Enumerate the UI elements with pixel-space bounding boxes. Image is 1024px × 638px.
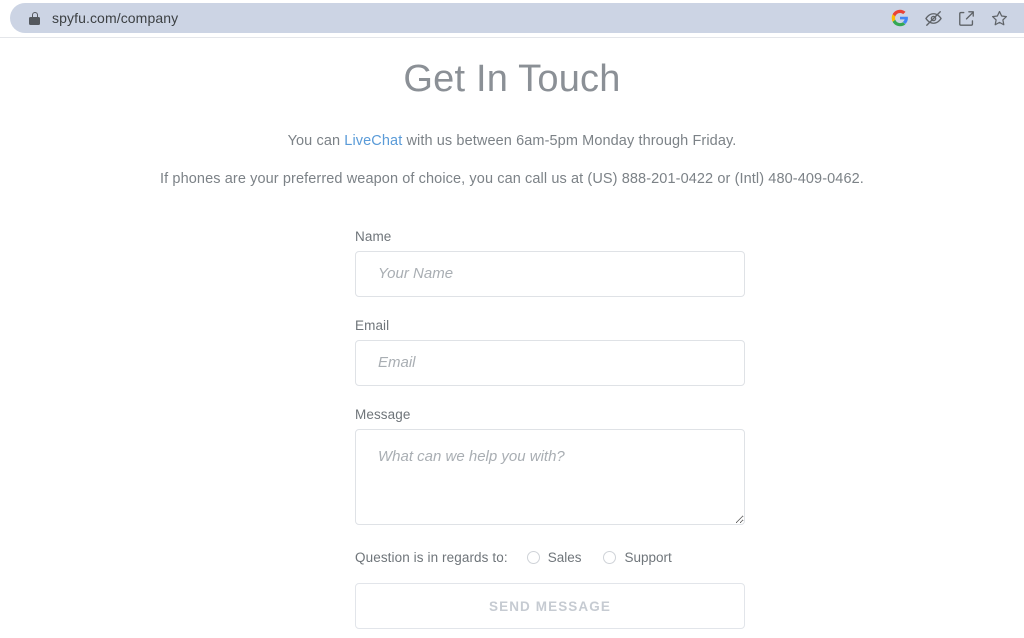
radio-label-sales: Sales bbox=[547, 550, 582, 565]
name-input[interactable] bbox=[355, 251, 745, 297]
address-bar[interactable]: spyfu.com/company bbox=[10, 3, 1024, 33]
message-field-label: Message bbox=[355, 407, 411, 422]
regards-row: Question is in regards to: Sales Support bbox=[355, 550, 745, 565]
toolbar-actions bbox=[889, 7, 1024, 29]
phone-intro-line: If phones are your preferred weapon of c… bbox=[160, 171, 864, 187]
radio-label-support: Support bbox=[624, 550, 672, 565]
radio-option-sales[interactable]: Sales bbox=[526, 550, 582, 565]
bookmark-star-icon[interactable] bbox=[988, 7, 1010, 29]
intro-text-before: You can bbox=[287, 133, 345, 149]
regards-label: Question is in regards to: bbox=[355, 550, 508, 565]
live-chat-link[interactable]: LiveChat bbox=[344, 133, 402, 149]
message-textarea[interactable] bbox=[355, 429, 745, 525]
name-field-label: Name bbox=[355, 229, 392, 244]
send-message-button[interactable]: SEND MESSAGE bbox=[355, 583, 745, 629]
contact-form: Name Email Message Question is in regard… bbox=[355, 229, 745, 629]
radio-circle-icon[interactable] bbox=[526, 551, 540, 564]
email-input[interactable] bbox=[355, 340, 745, 386]
page-title: Get In Touch bbox=[403, 58, 621, 100]
address-bar-url: spyfu.com/company bbox=[52, 10, 179, 26]
radio-option-support[interactable]: Support bbox=[603, 550, 672, 565]
browser-toolbar: spyfu.com/company bbox=[0, 0, 1024, 38]
lock-icon bbox=[29, 11, 40, 25]
live-chat-intro-line: You can LiveChat with us between 6am-5pm… bbox=[0, 133, 1024, 149]
share-icon[interactable] bbox=[955, 7, 977, 29]
google-account-icon[interactable] bbox=[889, 7, 911, 29]
radio-circle-icon[interactable] bbox=[603, 551, 617, 564]
eye-slash-icon[interactable] bbox=[922, 7, 944, 29]
page-content: Get In Touch You can LiveChat with us be… bbox=[0, 38, 1024, 637]
email-field-label: Email bbox=[355, 318, 390, 333]
intro-text-after: with us between 6am-5pm Monday through F… bbox=[402, 133, 737, 149]
